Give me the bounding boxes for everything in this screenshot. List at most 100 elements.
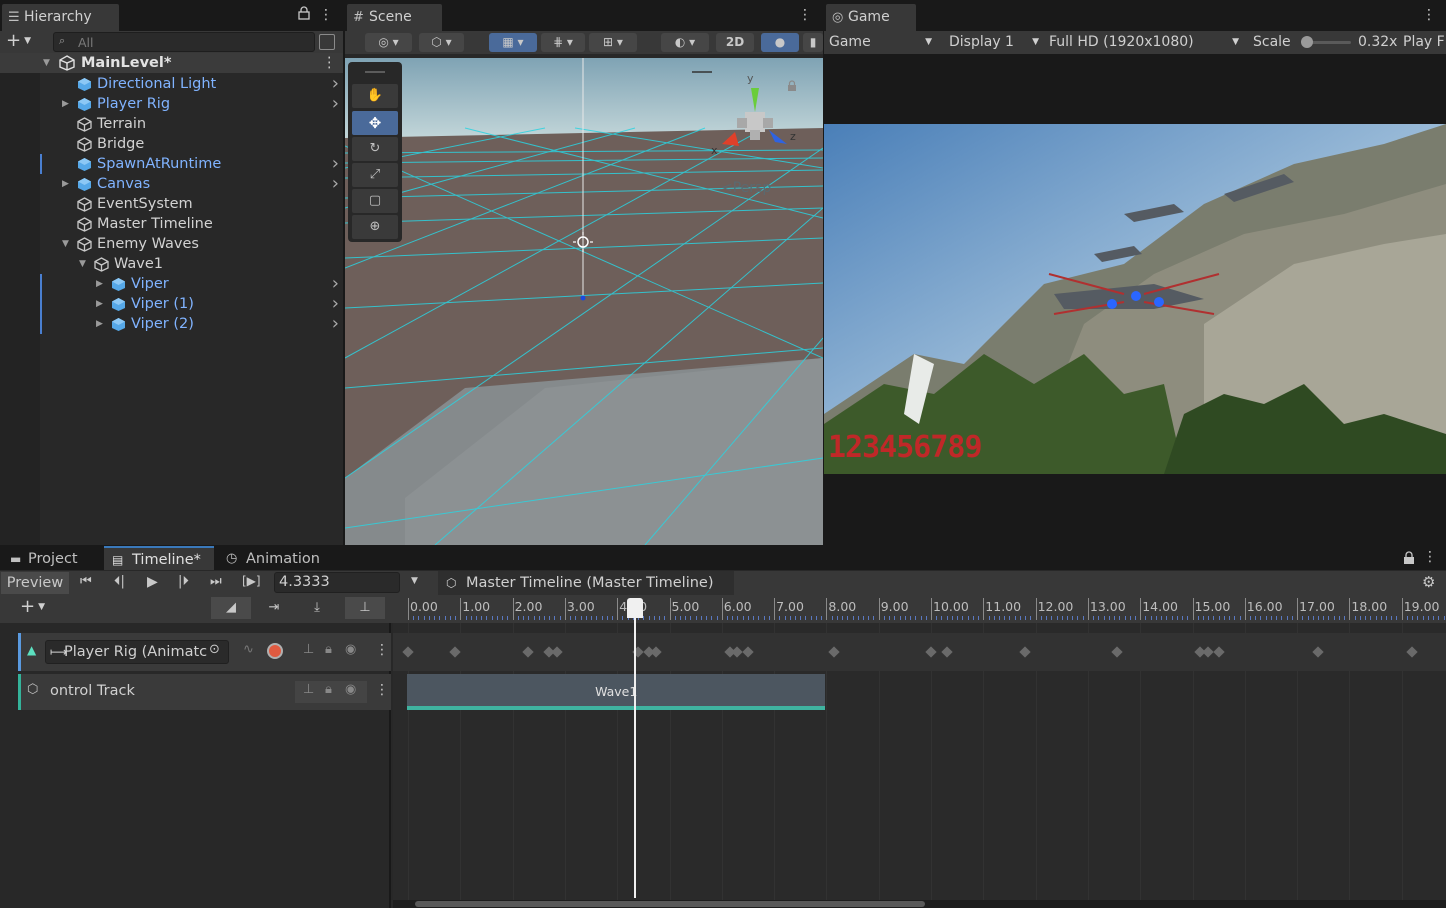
search-by-type-icon[interactable]	[319, 34, 335, 50]
tab-hierarchy[interactable]: ☰ Hierarchy	[2, 4, 119, 31]
collapsed-arrow-icon[interactable]: ▶	[96, 274, 103, 294]
hierarchy-item[interactable]: EventSystem	[0, 194, 343, 214]
scale-tool-icon[interactable]: ⤢	[352, 163, 398, 187]
playhead[interactable]	[626, 598, 643, 898]
increment-snap-button[interactable]: ⋕ ▾	[541, 33, 585, 52]
track-visibility-icon[interactable]: ◉	[345, 682, 356, 697]
persp-label[interactable]: <Persp	[721, 180, 771, 196]
track-lock-icon[interactable]: 🔒︎	[325, 642, 332, 657]
hierarchy-item[interactable]: ▼ Wave1	[0, 254, 343, 274]
hierarchy-menu-icon[interactable]: ⋮	[319, 6, 333, 24]
scene-root-row[interactable]: ▼ MainLevel* ⋮	[0, 53, 343, 73]
clip-edit-mode-icon[interactable]: ◢	[211, 597, 251, 619]
curves-icon[interactable]: ∿	[243, 642, 254, 657]
hierarchy-item[interactable]: ▶ Canvas ›	[0, 174, 343, 194]
move-tool-icon[interactable]: ✥	[352, 111, 398, 135]
timeline-lock-icon[interactable]	[1403, 551, 1415, 565]
playhead-handle[interactable]	[626, 598, 643, 618]
hierarchy-item[interactable]: ▶ Viper ›	[0, 274, 343, 294]
more-toggle-button[interactable]: ▮	[803, 33, 823, 52]
gizmo-lock-icon[interactable]	[787, 80, 797, 92]
rotate-tool-icon[interactable]: ↻	[352, 137, 398, 161]
play-icon[interactable]: ▶	[147, 574, 158, 590]
track-lock-icon[interactable]: 🔒︎	[325, 682, 332, 697]
scale-slider-thumb[interactable]	[1301, 36, 1313, 48]
pivot-button[interactable]: ⬡ ▾	[419, 33, 464, 52]
timeline-scrollbar[interactable]	[393, 900, 1446, 908]
open-prefab-chevron-icon[interactable]: ›	[332, 274, 339, 294]
hierarchy-item[interactable]: Terrain	[0, 114, 343, 134]
lighting-toggle-button[interactable]: ●	[761, 33, 799, 52]
tab-animation[interactable]: ◷ Animation	[218, 548, 328, 570]
hierarchy-item[interactable]: Directional Light ›	[0, 74, 343, 94]
scene-menu-icon[interactable]: ⋮	[798, 6, 812, 24]
transform-tool-icon[interactable]: ⊕	[352, 215, 398, 239]
hierarchy-item[interactable]: ▶ Viper (1) ›	[0, 294, 343, 314]
grid-snap-button[interactable]: ▦ ▾	[489, 33, 537, 52]
scale-slider[interactable]	[1301, 36, 1351, 48]
play-range-icon[interactable]: [▶]	[242, 574, 261, 588]
time-ruler[interactable]: 0.001.002.003.004.005.006.007.008.009.00…	[391, 595, 1446, 623]
track-visibility-icon[interactable]: ◉	[345, 642, 356, 657]
tab-project[interactable]: ▬ Project	[2, 548, 100, 570]
add-track-button[interactable]: + ▼	[20, 597, 62, 619]
hierarchy-search-input[interactable]: ⌕ All	[53, 32, 315, 52]
add-create-button[interactable]: + ▼	[6, 32, 40, 52]
open-prefab-chevron-icon[interactable]: ›	[332, 94, 339, 114]
animator-binding-field[interactable]: ⟼ Player Rig (Animatc	[45, 640, 229, 664]
display-select[interactable]: Display 1 ▼	[943, 31, 1043, 54]
collapsed-arrow-icon[interactable]: ▶	[62, 174, 69, 194]
control-track-header[interactable]: ⬡ ontrol Track ⊥ 🔒︎ ◉ ⋮	[18, 674, 391, 710]
tab-timeline[interactable]: ▤ Timeline*	[104, 546, 214, 570]
game-menu-icon[interactable]: ⋮	[1422, 6, 1436, 24]
goto-end-icon[interactable]: ⏭	[210, 574, 222, 589]
animation-track-header[interactable]: ▲ ⟼ Player Rig (Animatc ⊙ ∿ ⊥ 🔒︎ ◉ ⋮	[18, 633, 391, 671]
scene-viewport[interactable]: ✋ ✥ ↻ ⤢ ▢ ⊕ y x z <Persp	[345, 58, 823, 545]
wave1-clip[interactable]: Wave1	[407, 674, 826, 710]
track-pin-icon[interactable]: ⊥	[303, 642, 314, 657]
ripple-mode-icon[interactable]: ⇥	[254, 597, 294, 619]
hand-tool-icon[interactable]: ✋	[352, 84, 398, 108]
toggle-2d-button[interactable]: 2D	[716, 33, 754, 52]
timeline-menu-icon[interactable]: ⋮	[1423, 548, 1437, 566]
time-field[interactable]: 4.3333	[274, 572, 400, 593]
draw-mode-button[interactable]: ◐ ▾	[661, 33, 709, 52]
open-prefab-chevron-icon[interactable]: ›	[332, 74, 339, 94]
expand-arrow-icon[interactable]: ▼	[43, 53, 50, 73]
track-pin-icon[interactable]: ⊥	[303, 682, 314, 697]
collapsed-arrow-icon[interactable]: ▶	[96, 294, 103, 314]
tool-handle-button[interactable]: ◎ ▾	[365, 33, 412, 52]
tab-game[interactable]: ◎ Game	[826, 4, 916, 31]
palette-drag-handle[interactable]	[365, 71, 385, 73]
open-prefab-chevron-icon[interactable]: ›	[332, 294, 339, 314]
lock-icon[interactable]	[298, 6, 310, 20]
settings-gear-icon[interactable]: ⚙	[1422, 573, 1435, 591]
play-focused-select[interactable]: Play F	[1403, 34, 1445, 50]
tracks-content[interactable]: Wave1	[393, 623, 1446, 900]
open-prefab-chevron-icon[interactable]: ›	[332, 314, 339, 334]
hierarchy-item[interactable]: Bridge	[0, 134, 343, 154]
prev-frame-icon[interactable]: ⏴|	[114, 574, 125, 589]
hierarchy-item[interactable]: SpawnAtRuntime ›	[0, 154, 343, 174]
scene-menu-icon[interactable]: ⋮	[322, 53, 337, 73]
game-viewport[interactable]: 123456789	[824, 124, 1446, 474]
collapsed-arrow-icon[interactable]: ▶	[62, 94, 69, 114]
record-button[interactable]	[267, 643, 283, 659]
game-view-select[interactable]: Game ▼	[824, 31, 936, 54]
tab-scene[interactable]: # Scene	[347, 4, 442, 31]
track-menu-icon[interactable]: ⋮	[375, 642, 389, 658]
resolution-select[interactable]: Full HD (1920x1080) ▼	[1043, 31, 1243, 54]
open-prefab-chevron-icon[interactable]: ›	[332, 154, 339, 174]
ruler-button[interactable]: ⊞ ▾	[589, 33, 637, 52]
pin-icon[interactable]: ⊥	[345, 597, 385, 619]
expanded-arrow-icon[interactable]: ▼	[62, 234, 69, 254]
timeline-scrollbar-thumb[interactable]	[415, 901, 925, 907]
object-picker-icon[interactable]: ⊙	[209, 642, 220, 657]
hierarchy-item[interactable]: ▶ Viper (2) ›	[0, 314, 343, 334]
replace-mode-icon[interactable]: ⤓	[297, 597, 337, 619]
rect-tool-icon[interactable]: ▢	[352, 189, 398, 213]
next-frame-icon[interactable]: |⏵	[178, 574, 189, 589]
goto-start-icon[interactable]: ⏮	[80, 574, 92, 589]
open-prefab-chevron-icon[interactable]: ›	[332, 174, 339, 194]
time-format-dropdown-icon[interactable]: ▼	[411, 576, 418, 586]
